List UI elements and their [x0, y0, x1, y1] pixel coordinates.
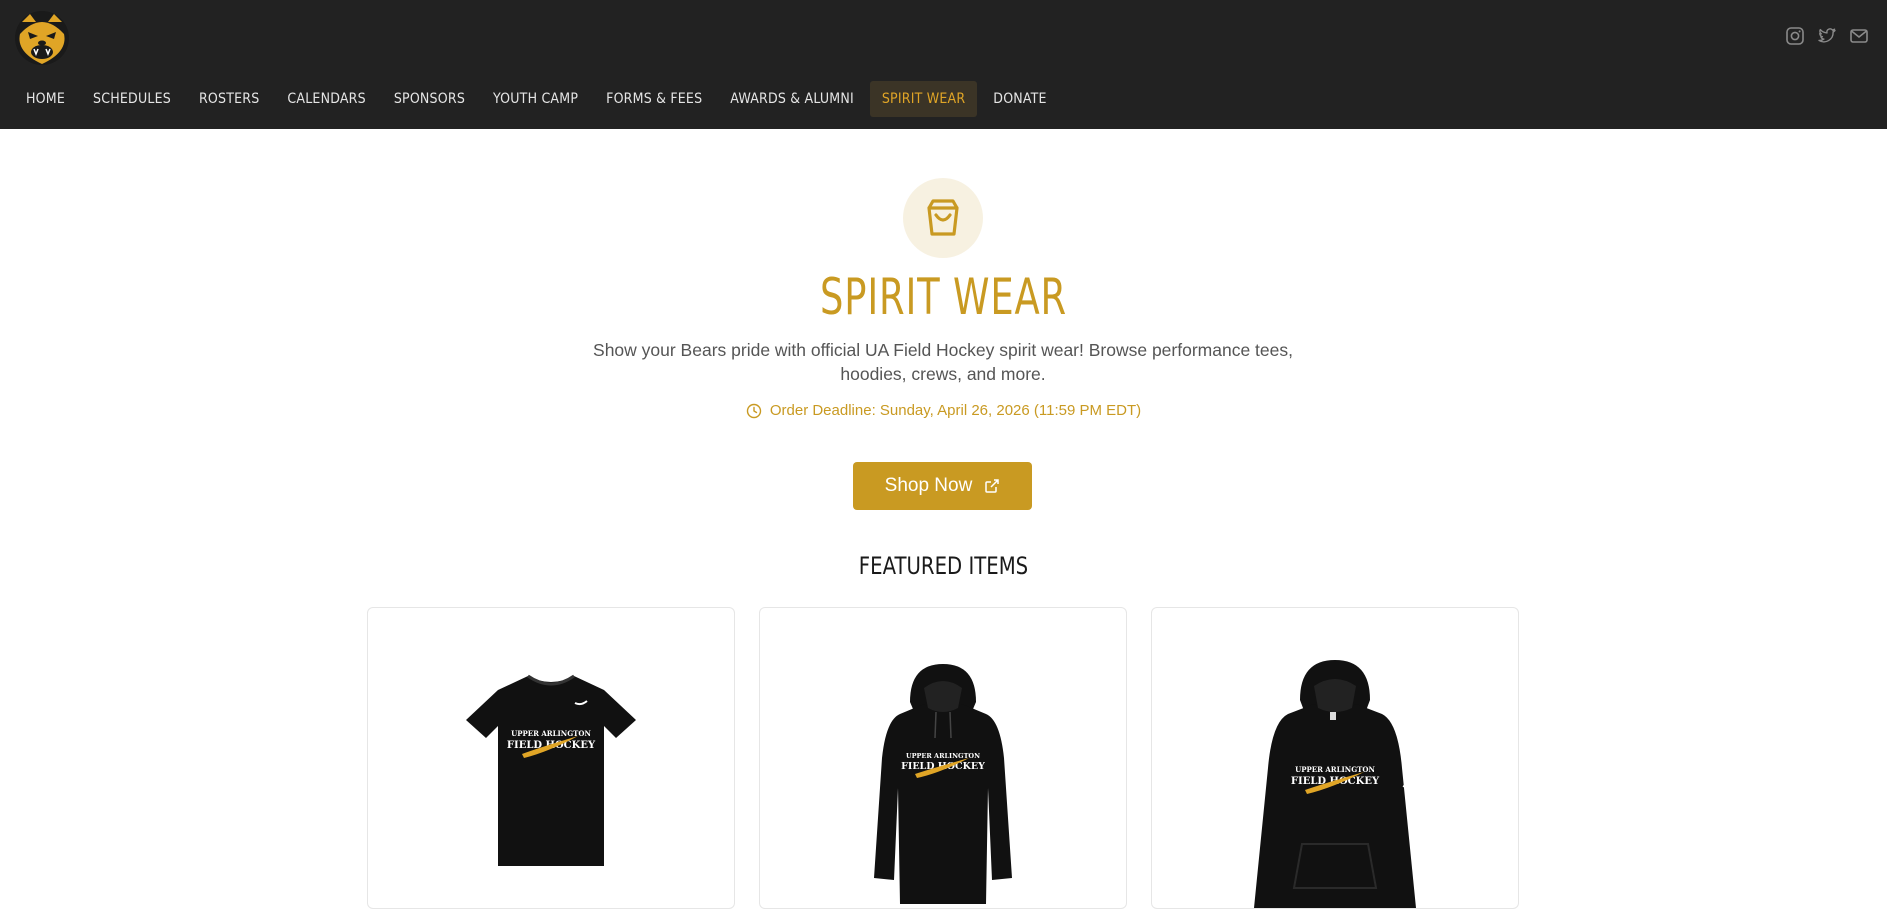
nav-item-forms-fees[interactable]: FORMS & FEES	[594, 81, 714, 117]
hoodie-print-line1: UPPER ARLINGTON	[906, 752, 980, 760]
shop-now-label: Shop Now	[884, 475, 973, 496]
clock-icon	[746, 403, 762, 418]
nav-item-spirit-wear[interactable]: SPIRIT WEAR	[869, 81, 978, 117]
hoodie-image: UPPER ARLINGTON FIELD HOCKEY	[874, 664, 1012, 904]
nav-item-schedules[interactable]: SCHEDULES	[81, 81, 183, 117]
page-description: Show your Bears pride with official UA F…	[593, 340, 1293, 384]
mail-icon[interactable]	[1849, 26, 1869, 46]
product-card-hoodie[interactable]: UPPER ARLINGTON FIELD HOCKEY	[759, 607, 1127, 909]
nav-item-awards-alumni[interactable]: AWARDS & ALUMNI	[718, 81, 866, 117]
social-links	[1785, 26, 1869, 46]
shop-now-button[interactable]: Shop Now	[853, 462, 1032, 510]
instagram-icon[interactable]	[1785, 26, 1805, 46]
shopping-bag-icon	[927, 199, 959, 236]
nav-item-calendars[interactable]: CALENDARS	[275, 81, 377, 117]
hoodie-pocket-print-line1: UPPER ARLINGTON	[1295, 765, 1375, 774]
external-link-icon	[985, 479, 1000, 493]
hoodie-pocket-image: UPPER ARLINGTON FIELD HOCKEY	[1254, 660, 1416, 908]
product-card-tee[interactable]: UPPER ARLINGTON FIELD HOCKEY	[367, 607, 735, 909]
nav-item-donate[interactable]: DONATE	[981, 81, 1058, 117]
twitter-icon[interactable]	[1817, 26, 1837, 46]
nav-item-rosters[interactable]: ROSTERS	[187, 81, 271, 117]
order-deadline: Order Deadline: Sunday, April 26, 2026 (…	[0, 402, 1887, 419]
product-card-hoodie-pocket[interactable]: UPPER ARLINGTON FIELD HOCKEY	[1151, 607, 1519, 909]
nav-item-home[interactable]: HOME	[14, 81, 77, 117]
nav-item-youth-camp[interactable]: YOUTH CAMP	[481, 81, 590, 117]
top-header: HOME SCHEDULES ROSTERS CALENDARS SPONSOR…	[0, 0, 1887, 129]
deadline-text: Order Deadline: Sunday, April 26, 2026 (…	[769, 402, 1142, 419]
main-nav: HOME SCHEDULES ROSTERS CALENDARS SPONSOR…	[14, 80, 1063, 118]
tee-image: UPPER ARLINGTON FIELD HOCKEY	[466, 674, 636, 866]
hero-icon-circle	[903, 178, 983, 258]
bear-logo[interactable]	[12, 8, 72, 68]
page-title: SPIRIT WEAR	[820, 268, 1067, 326]
tee-print-line1: UPPER ARLINGTON	[511, 729, 591, 738]
featured-heading: FEATURED ITEMS	[858, 552, 1029, 580]
nav-item-sponsors[interactable]: SPONSORS	[382, 81, 477, 117]
